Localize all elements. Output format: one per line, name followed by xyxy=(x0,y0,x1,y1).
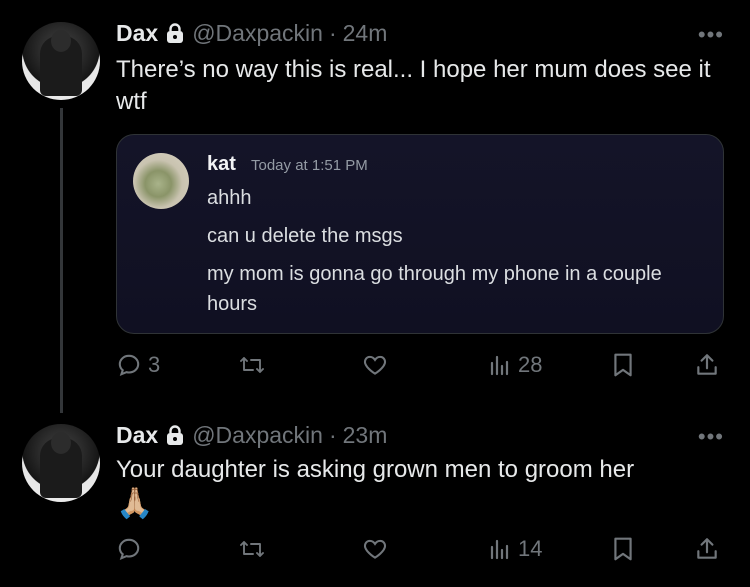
display-name[interactable]: Dax xyxy=(116,20,158,47)
quoted-avatar xyxy=(133,153,189,209)
avatar[interactable] xyxy=(22,424,100,502)
quoted-message-line: can u delete the msgs xyxy=(207,225,403,247)
like-button[interactable] xyxy=(362,536,388,562)
lock-icon xyxy=(166,425,184,445)
user-handle[interactable]: @Daxpackin xyxy=(192,20,323,47)
bookmark-button[interactable] xyxy=(612,536,634,562)
tweet-header: Dax @Daxpackin · 24m xyxy=(116,18,387,48)
user-handle[interactable]: @Daxpackin xyxy=(192,422,323,449)
views-count: 28 xyxy=(518,352,543,377)
tweet-text: Your daughter is asking grown men to gro… xyxy=(116,456,635,483)
share-button[interactable] xyxy=(694,352,720,378)
quoted-message-line: my mom is gonna go through my phone in a… xyxy=(207,263,662,315)
separator-dot: · xyxy=(328,421,337,448)
lock-icon xyxy=(166,23,184,43)
more-options-icon[interactable]: ••• xyxy=(698,22,724,48)
timestamp[interactable]: 23m xyxy=(343,422,388,449)
bookmark-icon xyxy=(614,353,632,377)
retweet-button[interactable] xyxy=(238,536,266,562)
more-options-icon[interactable]: ••• xyxy=(698,424,724,450)
reply-button[interactable]: 3 xyxy=(116,352,160,378)
views-button[interactable]: 28 xyxy=(488,352,542,378)
tweet-text: There’s no way this is real... I hope he… xyxy=(116,56,711,115)
reply-icon xyxy=(118,538,140,561)
bookmark-button[interactable] xyxy=(612,352,634,378)
analytics-icon xyxy=(490,539,509,560)
reply-count: 3 xyxy=(148,352,161,377)
separator-dot: · xyxy=(328,19,337,46)
quoted-message-line: ahhh xyxy=(207,187,252,209)
share-icon xyxy=(697,538,717,559)
reply-icon xyxy=(118,354,140,377)
tweet-header: Dax @Daxpackin · 23m xyxy=(116,420,387,450)
avatar[interactable] xyxy=(22,22,100,100)
retweet-icon xyxy=(240,541,264,557)
reply-button[interactable] xyxy=(116,536,142,562)
analytics-icon xyxy=(490,355,509,376)
heart-icon xyxy=(363,539,387,559)
quoted-username: kat xyxy=(207,153,236,175)
share-icon xyxy=(697,354,717,375)
action-bar: 3 28 xyxy=(116,352,728,384)
retweet-icon xyxy=(240,357,264,373)
like-button[interactable] xyxy=(362,352,388,378)
retweet-button[interactable] xyxy=(238,352,266,378)
tweet-1[interactable]: Dax @Daxpackin · 24m ••• There’s no way … xyxy=(0,0,750,410)
share-button[interactable] xyxy=(694,536,720,562)
display-name[interactable]: Dax xyxy=(116,422,158,449)
bookmark-icon xyxy=(614,537,632,561)
views-count: 14 xyxy=(518,536,543,561)
praying-hands-emoji: 🙏🏼 xyxy=(116,487,154,520)
views-button[interactable]: 14 xyxy=(488,536,542,562)
quoted-timestamp: Today at 1:51 PM xyxy=(251,157,368,174)
timestamp[interactable]: 24m xyxy=(343,20,388,47)
tweet-2[interactable]: Dax @Daxpackin · 23m ••• Your daughter i… xyxy=(0,410,750,587)
avatar-head xyxy=(51,432,71,454)
quoted-message-card[interactable]: kat Today at 1:51 PM ahhh can u delete t… xyxy=(116,134,724,334)
heart-icon xyxy=(363,355,387,375)
action-bar: 14 xyxy=(116,536,728,568)
avatar-head xyxy=(51,30,71,52)
